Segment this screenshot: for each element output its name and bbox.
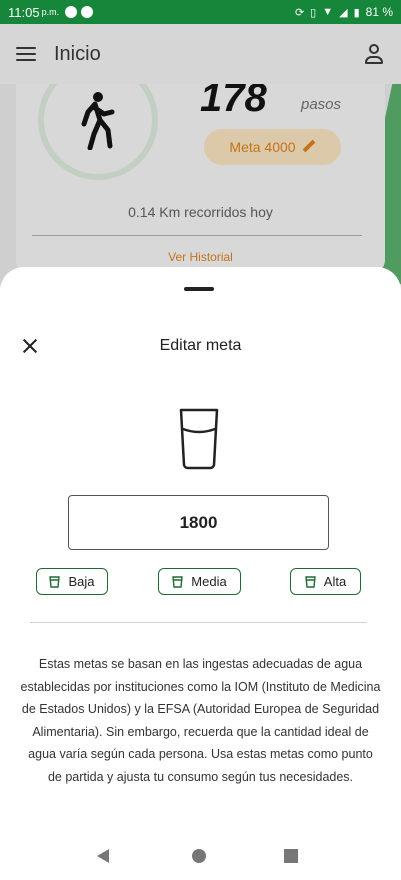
account-icon[interactable] bbox=[363, 43, 385, 65]
status-right: ⟳ ▯ ▼ ◢ ▮ 81 % bbox=[295, 5, 393, 19]
level-low-button[interactable]: Baja bbox=[36, 568, 108, 595]
glass-icon bbox=[305, 575, 316, 588]
glass-icon bbox=[172, 575, 184, 588]
info-text: Estas metas se basan en las ingestas ade… bbox=[20, 657, 381, 784]
battery-percent: 81 % bbox=[365, 5, 393, 19]
level-low-label: Baja bbox=[68, 574, 95, 589]
page-title: Inicio bbox=[54, 42, 101, 65]
back-icon[interactable] bbox=[97, 849, 109, 863]
goal-button[interactable]: Meta 4000 bbox=[204, 129, 341, 165]
steps-count: 178 bbox=[200, 84, 267, 120]
walking-icon bbox=[81, 92, 115, 150]
battery-icon: ▮ bbox=[353, 6, 360, 19]
history-link[interactable]: Ver Historial bbox=[16, 250, 385, 264]
menu-icon[interactable] bbox=[16, 47, 36, 61]
goal-amount-input[interactable] bbox=[68, 495, 329, 550]
signal-icon: ◢ bbox=[339, 6, 348, 19]
notification-icon bbox=[65, 6, 78, 18]
status-time: 11:05 bbox=[8, 4, 40, 20]
app-bar: Inicio bbox=[0, 24, 401, 84]
status-bar: 11:05 p.m. ⟳ ▯ ▼ ◢ ▮ 81 % bbox=[0, 0, 401, 24]
level-medium-button[interactable]: Media bbox=[158, 568, 241, 595]
level-medium-label: Media bbox=[191, 574, 227, 589]
status-ampm: p.m. bbox=[41, 7, 60, 17]
background-content: 178 pasos Meta 4000 0.14 Km recorridos h… bbox=[0, 84, 401, 284]
level-high-label: Alta bbox=[323, 574, 347, 589]
goal-label: Meta 4000 bbox=[229, 139, 296, 155]
vibrate-icon: ▯ bbox=[310, 6, 317, 19]
steps-card: 178 pasos Meta 4000 0.14 Km recorridos h… bbox=[16, 84, 385, 274]
home-icon[interactable] bbox=[192, 849, 206, 863]
sheet-title: Editar meta bbox=[159, 337, 242, 354]
recents-icon[interactable] bbox=[284, 849, 298, 863]
system-nav-bar bbox=[0, 830, 401, 880]
app-notification-icon bbox=[81, 6, 94, 18]
distance-text: 0.14 Km recorridos hoy bbox=[128, 204, 273, 220]
water-glass-icon bbox=[179, 408, 219, 470]
edit-goal-sheet: Editar meta Baja Media Alta Estas metas … bbox=[0, 267, 401, 880]
glass-icon bbox=[49, 575, 61, 588]
pencil-icon bbox=[302, 140, 316, 154]
sync-icon: ⟳ bbox=[294, 6, 305, 19]
drag-handle[interactable] bbox=[184, 287, 214, 291]
level-high-button[interactable]: Alta bbox=[290, 568, 361, 595]
card-divider bbox=[32, 235, 362, 236]
divider bbox=[30, 622, 367, 623]
wifi-icon: ▼ bbox=[322, 6, 334, 18]
steps-unit: pasos bbox=[301, 96, 342, 113]
